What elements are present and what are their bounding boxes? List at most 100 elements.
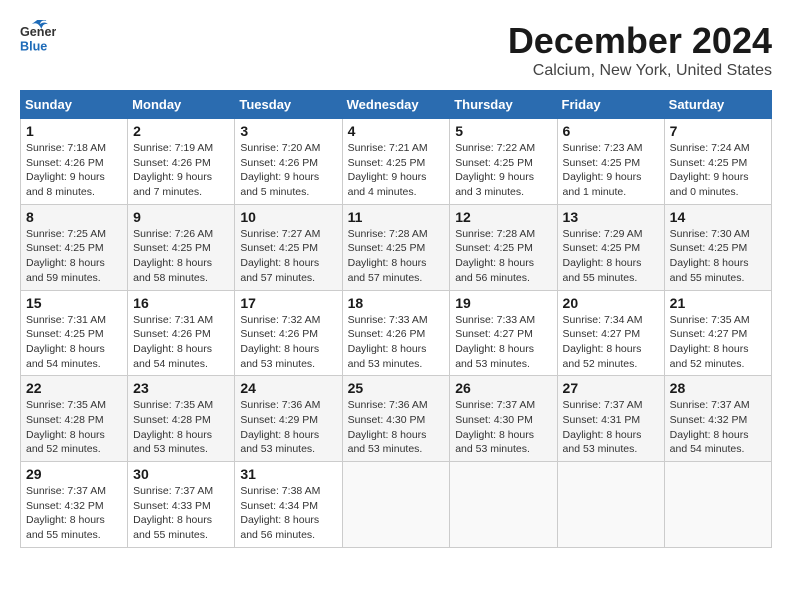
day-info: Sunrise: 7:37 AMSunset: 4:30 PMDaylight:…	[455, 398, 551, 457]
day-info: Sunrise: 7:28 AMSunset: 4:25 PMDaylight:…	[455, 227, 551, 286]
day-info: Sunrise: 7:29 AMSunset: 4:25 PMDaylight:…	[563, 227, 659, 286]
day-number: 17	[240, 295, 336, 311]
day-info: Sunrise: 7:36 AMSunset: 4:30 PMDaylight:…	[348, 398, 445, 457]
calendar-day-cell: 9 Sunrise: 7:26 AMSunset: 4:25 PMDaylight…	[128, 204, 235, 290]
day-number: 22	[26, 380, 122, 396]
day-number: 15	[26, 295, 122, 311]
logo-icon: General Blue	[20, 20, 56, 56]
calendar-day-cell: 8 Sunrise: 7:25 AMSunset: 4:25 PMDaylight…	[21, 204, 128, 290]
day-number: 30	[133, 466, 229, 482]
day-info: Sunrise: 7:34 AMSunset: 4:27 PMDaylight:…	[563, 313, 659, 372]
calendar-day-cell: 10 Sunrise: 7:27 AMSunset: 4:25 PMDayligh…	[235, 204, 342, 290]
day-number: 24	[240, 380, 336, 396]
calendar-week-row: 8 Sunrise: 7:25 AMSunset: 4:25 PMDaylight…	[21, 204, 772, 290]
calendar-header-wednesday: Wednesday	[342, 91, 450, 119]
day-number: 23	[133, 380, 229, 396]
svg-text:General: General	[20, 25, 56, 39]
calendar-day-cell: 23 Sunrise: 7:35 AMSunset: 4:28 PMDayligh…	[128, 376, 235, 462]
day-number: 11	[348, 209, 445, 225]
day-number: 25	[348, 380, 445, 396]
day-info: Sunrise: 7:32 AMSunset: 4:26 PMDaylight:…	[240, 313, 336, 372]
day-number: 16	[133, 295, 229, 311]
day-number: 29	[26, 466, 122, 482]
day-number: 5	[455, 123, 551, 139]
calendar-day-cell: 31Sunrise: 7:38 AMSunset: 4:34 PMDayligh…	[235, 462, 342, 548]
calendar-day-cell: 1 Sunrise: 7:18 AMSunset: 4:26 PMDaylight…	[21, 119, 128, 205]
page-header: General Blue December 2024 Calcium, New …	[20, 20, 772, 80]
day-info: Sunrise: 7:37 AMSunset: 4:32 PMDaylight:…	[670, 398, 766, 457]
calendar-day-cell: 17 Sunrise: 7:32 AMSunset: 4:26 PMDayligh…	[235, 290, 342, 376]
day-number: 1	[26, 123, 122, 139]
day-number: 31	[240, 466, 336, 482]
day-info: Sunrise: 7:21 AMSunset: 4:25 PMDaylight:…	[348, 141, 445, 200]
day-info: Sunrise: 7:35 AMSunset: 4:27 PMDaylight:…	[670, 313, 766, 372]
location-title: Calcium, New York, United States	[508, 62, 772, 80]
day-info: Sunrise: 7:18 AMSunset: 4:26 PMDaylight:…	[26, 141, 122, 200]
calendar-day-cell	[450, 462, 557, 548]
day-number: 4	[348, 123, 445, 139]
calendar-day-cell: 29 Sunrise: 7:37 AMSunset: 4:32 PMDayligh…	[21, 462, 128, 548]
calendar-day-cell: 2 Sunrise: 7:19 AMSunset: 4:26 PMDaylight…	[128, 119, 235, 205]
calendar-day-cell: 6 Sunrise: 7:23 AMSunset: 4:25 PMDaylight…	[557, 119, 664, 205]
day-info: Sunrise: 7:37 AMSunset: 4:33 PMDaylight:…	[133, 484, 229, 543]
day-number: 9	[133, 209, 229, 225]
day-info: Sunrise: 7:30 AMSunset: 4:25 PMDaylight:…	[670, 227, 766, 286]
day-number: 13	[563, 209, 659, 225]
calendar-week-row: 1 Sunrise: 7:18 AMSunset: 4:26 PMDaylight…	[21, 119, 772, 205]
calendar-day-cell: 11 Sunrise: 7:28 AMSunset: 4:25 PMDayligh…	[342, 204, 450, 290]
calendar-day-cell: 12Sunrise: 7:28 AMSunset: 4:25 PMDayligh…	[450, 204, 557, 290]
day-info: Sunrise: 7:33 AMSunset: 4:27 PMDaylight:…	[455, 313, 551, 372]
calendar-week-row: 15 Sunrise: 7:31 AMSunset: 4:25 PMDayligh…	[21, 290, 772, 376]
day-info: Sunrise: 7:27 AMSunset: 4:25 PMDaylight:…	[240, 227, 336, 286]
calendar-day-cell: 20 Sunrise: 7:34 AMSunset: 4:27 PMDayligh…	[557, 290, 664, 376]
calendar-day-cell: 7Sunrise: 7:24 AMSunset: 4:25 PMDaylight…	[664, 119, 771, 205]
day-number: 8	[26, 209, 122, 225]
day-info: Sunrise: 7:31 AMSunset: 4:25 PMDaylight:…	[26, 313, 122, 372]
calendar-header-tuesday: Tuesday	[235, 91, 342, 119]
day-info: Sunrise: 7:26 AMSunset: 4:25 PMDaylight:…	[133, 227, 229, 286]
day-number: 21	[670, 295, 766, 311]
day-info: Sunrise: 7:28 AMSunset: 4:25 PMDaylight:…	[348, 227, 445, 286]
calendar-day-cell: 19 Sunrise: 7:33 AMSunset: 4:27 PMDayligh…	[450, 290, 557, 376]
calendar-day-cell: 14Sunrise: 7:30 AMSunset: 4:25 PMDayligh…	[664, 204, 771, 290]
calendar-day-cell: 24 Sunrise: 7:36 AMSunset: 4:29 PMDayligh…	[235, 376, 342, 462]
calendar-day-cell: 21 Sunrise: 7:35 AMSunset: 4:27 PMDayligh…	[664, 290, 771, 376]
calendar-day-cell: 18Sunrise: 7:33 AMSunset: 4:26 PMDayligh…	[342, 290, 450, 376]
calendar-day-cell: 22 Sunrise: 7:35 AMSunset: 4:28 PMDayligh…	[21, 376, 128, 462]
calendar-day-cell	[342, 462, 450, 548]
day-info: Sunrise: 7:24 AMSunset: 4:25 PMDaylight:…	[670, 141, 766, 200]
day-number: 27	[563, 380, 659, 396]
month-title: December 2024	[508, 20, 772, 62]
calendar-day-cell: 5Sunrise: 7:22 AMSunset: 4:25 PMDaylight…	[450, 119, 557, 205]
calendar-day-cell: 13 Sunrise: 7:29 AMSunset: 4:25 PMDayligh…	[557, 204, 664, 290]
day-info: Sunrise: 7:35 AMSunset: 4:28 PMDaylight:…	[133, 398, 229, 457]
day-number: 6	[563, 123, 659, 139]
logo: General Blue	[20, 20, 56, 56]
calendar-week-row: 29 Sunrise: 7:37 AMSunset: 4:32 PMDayligh…	[21, 462, 772, 548]
day-info: Sunrise: 7:23 AMSunset: 4:25 PMDaylight:…	[563, 141, 659, 200]
calendar-header-friday: Friday	[557, 91, 664, 119]
day-info: Sunrise: 7:20 AMSunset: 4:26 PMDaylight:…	[240, 141, 336, 200]
calendar-day-cell: 25 Sunrise: 7:36 AMSunset: 4:30 PMDayligh…	[342, 376, 450, 462]
svg-text:Blue: Blue	[20, 40, 47, 54]
calendar-week-row: 22 Sunrise: 7:35 AMSunset: 4:28 PMDayligh…	[21, 376, 772, 462]
day-info: Sunrise: 7:37 AMSunset: 4:32 PMDaylight:…	[26, 484, 122, 543]
day-info: Sunrise: 7:25 AMSunset: 4:25 PMDaylight:…	[26, 227, 122, 286]
day-number: 10	[240, 209, 336, 225]
day-number: 2	[133, 123, 229, 139]
calendar-header-thursday: Thursday	[450, 91, 557, 119]
day-info: Sunrise: 7:31 AMSunset: 4:26 PMDaylight:…	[133, 313, 229, 372]
day-info: Sunrise: 7:36 AMSunset: 4:29 PMDaylight:…	[240, 398, 336, 457]
day-number: 18	[348, 295, 445, 311]
day-number: 20	[563, 295, 659, 311]
calendar-day-cell: 4 Sunrise: 7:21 AMSunset: 4:25 PMDaylight…	[342, 119, 450, 205]
day-number: 19	[455, 295, 551, 311]
calendar-day-cell: 27 Sunrise: 7:37 AMSunset: 4:31 PMDayligh…	[557, 376, 664, 462]
day-info: Sunrise: 7:35 AMSunset: 4:28 PMDaylight:…	[26, 398, 122, 457]
calendar-day-cell: 26Sunrise: 7:37 AMSunset: 4:30 PMDayligh…	[450, 376, 557, 462]
calendar-day-cell: 30 Sunrise: 7:37 AMSunset: 4:33 PMDayligh…	[128, 462, 235, 548]
day-info: Sunrise: 7:19 AMSunset: 4:26 PMDaylight:…	[133, 141, 229, 200]
title-section: December 2024 Calcium, New York, United …	[508, 20, 772, 80]
calendar-day-cell	[557, 462, 664, 548]
day-info: Sunrise: 7:37 AMSunset: 4:31 PMDaylight:…	[563, 398, 659, 457]
